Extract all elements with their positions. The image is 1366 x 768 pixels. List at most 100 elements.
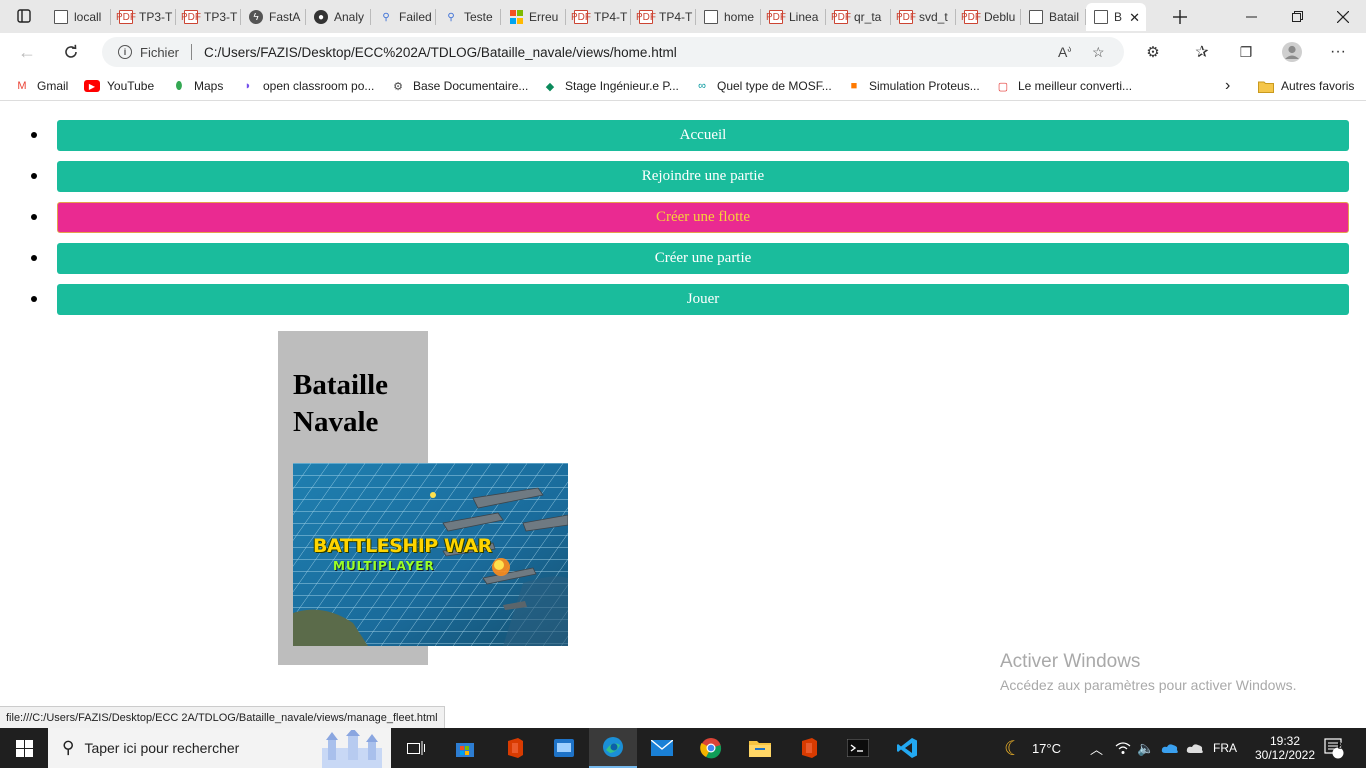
browser-tab[interactable]: ● Analy: [306, 3, 371, 31]
bookmark-item[interactable]: M Gmail: [14, 77, 68, 95]
volume-icon[interactable]: 🔈: [1137, 728, 1154, 768]
browser-tab[interactable]: PDF Deblu: [956, 3, 1021, 31]
site-label: Fichier: [140, 44, 180, 60]
browser-tab[interactable]: PDF svd_t: [891, 3, 956, 31]
bookmarks-overflow-chevron-icon[interactable]: ›: [1225, 77, 1230, 95]
address-bar[interactable]: i Fichier C:/Users/FAZIS/Desktop/ECC%202…: [102, 37, 1124, 67]
bookmark-item[interactable]: ▶ YouTube: [84, 77, 154, 95]
menu-button[interactable]: Rejoindre une partie: [57, 161, 1349, 192]
browser-tab[interactable]: ⚲ Teste: [436, 3, 501, 31]
restore-button[interactable]: [1274, 0, 1320, 33]
menu-button[interactable]: Créer une partie: [57, 243, 1349, 274]
browser-tab[interactable]: ϟ FastA: [241, 3, 306, 31]
weather-widget[interactable]: ☾ 17°C: [1004, 728, 1061, 768]
bullet-icon: [31, 255, 37, 261]
task-view-icon[interactable]: [392, 728, 440, 768]
browser-tab[interactable]: PDF Linea: [761, 3, 826, 31]
battleship-logo-sub: MULTIPLAYER: [333, 559, 435, 573]
bookmark-item[interactable]: ◗ open classroom po...: [240, 77, 375, 95]
bookmark-item[interactable]: ◆ Stage Ingénieur.e P...: [542, 77, 679, 95]
office-icon-2[interactable]: [785, 728, 833, 768]
browser-tab[interactable]: PDF TP3-T: [111, 3, 176, 31]
terminal-icon[interactable]: [834, 728, 882, 768]
menu-button[interactable]: Créer une flotte: [57, 202, 1349, 233]
microsoft-store-icon[interactable]: [441, 728, 489, 768]
bookmark-item[interactable]: ▢ Le meilleur converti...: [995, 77, 1132, 95]
menu-button[interactable]: Accueil: [57, 120, 1349, 151]
orange-icon: ■: [850, 80, 858, 92]
clock[interactable]: 19:32 30/12/2022: [1253, 728, 1317, 768]
vscode-icon[interactable]: [883, 728, 931, 768]
bookmark-item[interactable]: ⚙ Base Documentaire...: [390, 77, 528, 95]
browser-tab[interactable]: home: [696, 3, 761, 31]
mail-icon[interactable]: [638, 728, 686, 768]
taskbar-search-input[interactable]: ⚲ Taper ici pour rechercher: [48, 728, 391, 768]
more-options-icon[interactable]: ···: [1323, 38, 1353, 66]
link-status-bar: file:///C:/Users/FAZIS/Desktop/ECC 2A/TD…: [0, 706, 445, 728]
tray-chevron-icon[interactable]: ︿: [1090, 728, 1103, 768]
gmail-icon: M: [17, 80, 27, 92]
page-content: Accueil Rejoindre une partie Créer une flo…: [0, 102, 1366, 727]
browser-tab-label: FastA: [269, 10, 301, 24]
pdf-icon: PDF: [116, 10, 136, 24]
close-window-button[interactable]: [1320, 0, 1366, 33]
cloud-icon[interactable]: [1186, 728, 1204, 768]
file-explorer-icon[interactable]: [736, 728, 784, 768]
chrome-icon[interactable]: [687, 728, 735, 768]
bookmark-item[interactable]: ■ Simulation Proteus...: [846, 77, 980, 95]
info-icon[interactable]: i: [118, 45, 132, 59]
bookmark-label: Gmail: [37, 79, 69, 93]
browser-tab[interactable]: locall: [46, 3, 111, 31]
close-tab-icon[interactable]: ✕: [1129, 10, 1140, 26]
address-separator: [191, 44, 193, 60]
browser-tab-label: Batail: [1049, 10, 1080, 24]
bookmark-label: Stage Ingénieur.e P...: [565, 79, 679, 93]
tab-actions-icon[interactable]: [10, 3, 38, 29]
browser-tab-label: Deblu: [984, 10, 1016, 24]
browser-tab-label: B: [1114, 10, 1123, 24]
menu-item: Créer une partie: [0, 243, 1366, 274]
desktop-app-icon[interactable]: [540, 728, 588, 768]
browser-tab[interactable]: PDF qr_ta: [826, 3, 891, 31]
hero-card: Bataille Navale BATTLESHIP WAR MULTIPLAY…: [278, 331, 568, 665]
battleship-logo: BATTLESHIP WAR: [313, 535, 492, 557]
other-favorites-button[interactable]: Autres favoris: [1258, 77, 1354, 95]
menu-button[interactable]: Jouer: [57, 284, 1349, 315]
browser-tab[interactable]: Erreu: [501, 3, 566, 31]
collections-icon[interactable]: ❐: [1231, 38, 1261, 66]
browser-tab-label: svd_t: [919, 10, 948, 24]
browser-tab[interactable]: ⚲ Failed: [371, 3, 436, 31]
clock-time: 19:32: [1269, 734, 1301, 748]
gear-icon: ⚙: [393, 80, 403, 93]
browser-tab[interactable]: PDF TP4-T: [631, 3, 696, 31]
browser-tab[interactable]: Batail: [1021, 3, 1086, 31]
bookmarks-bar: M Gmail ▶ YouTube ⬮ Maps ◗ open classroom po...…: [0, 71, 1366, 101]
minimize-button[interactable]: [1228, 0, 1274, 33]
new-tab-button[interactable]: [1157, 0, 1203, 33]
windows-start-icon[interactable]: [0, 728, 48, 768]
add-favorite-icon[interactable]: ☆: [1092, 44, 1105, 61]
fastapi-icon: ϟ: [249, 10, 263, 24]
profile-avatar[interactable]: [1277, 38, 1307, 66]
extensions-icon[interactable]: ⚙: [1138, 38, 1168, 66]
read-aloud-icon[interactable]: Aა: [1058, 44, 1071, 60]
back-arrow-icon[interactable]: ←: [12, 38, 42, 66]
bookmark-item[interactable]: ⬮ Maps: [171, 77, 224, 95]
input-language[interactable]: FRA: [1213, 728, 1237, 768]
notification-center-icon[interactable]: 8: [1323, 728, 1345, 768]
browser-tab-active[interactable]: B ✕: [1086, 3, 1146, 31]
edge-browser-icon[interactable]: [589, 728, 637, 768]
bookmark-item[interactable]: ∞ Quel type de MOSF...: [694, 77, 832, 95]
url-text[interactable]: C:/Users/FAZIS/Desktop/ECC%202A/TDLOG/Ba…: [204, 45, 677, 60]
browser-tab[interactable]: PDF TP4-T: [566, 3, 631, 31]
refresh-button[interactable]: [56, 38, 86, 66]
bookmark-label: Maps: [194, 79, 224, 93]
favorites-icon[interactable]: ✰: [1187, 38, 1217, 66]
browser-tab-label: Teste: [464, 10, 493, 24]
browser-tab-label: Linea: [789, 10, 819, 24]
network-icon[interactable]: [1115, 728, 1131, 768]
onedrive-icon[interactable]: [1161, 728, 1179, 768]
openclassrooms-icon: ◗: [244, 80, 252, 92]
office-icon[interactable]: [491, 728, 539, 768]
browser-tab[interactable]: PDF TP3-T: [176, 3, 241, 31]
